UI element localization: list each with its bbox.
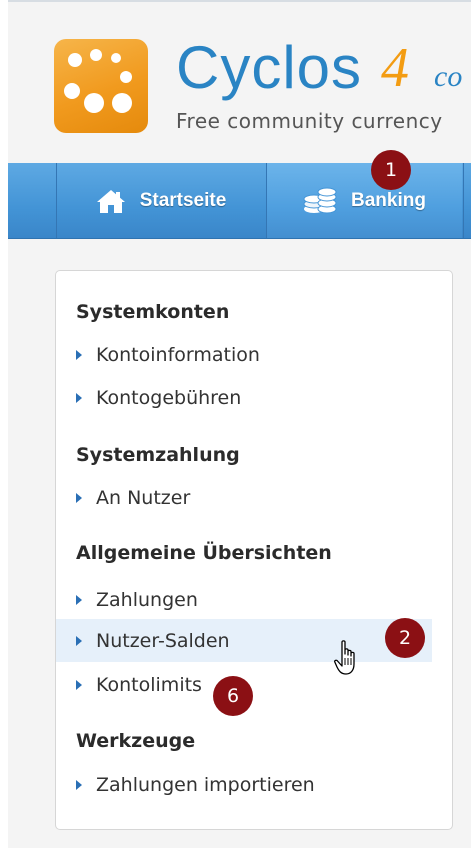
coins-stack-icon [303,187,337,213]
top-border [8,0,471,2]
cyclos-logo-icon[interactable] [54,39,148,133]
home-icon [96,189,125,213]
menu-item-zahlungen[interactable]: Zahlungen [56,578,432,621]
brand-version-suffix: co [434,60,463,93]
menu-item-label: Kontogebühren [96,386,242,409]
callout-badge-1: 1 [371,150,411,190]
callout-badge-6: 6 [213,676,253,716]
menu-item-label: Nutzer-Salden [96,629,230,652]
menu-item-label: Zahlungen [96,588,198,611]
caret-right-icon [76,594,82,605]
nav-divider [463,163,464,238]
menu-item-label: Kontoinformation [96,343,260,366]
nav-item-banking[interactable]: Banking [267,163,462,238]
menu-item-label: Kontolimits [96,673,202,696]
section-title-werkzeuge: Werkzeuge [76,730,196,752]
caret-right-icon [76,392,82,403]
menu-item-label: An Nutzer [96,486,191,509]
caret-right-icon [76,779,82,790]
brand-version: 4 [381,37,409,99]
nav-item-startseite[interactable]: Startseite [57,163,265,238]
menu-item-nutzer-salden[interactable]: Nutzer-Salden [56,619,432,662]
brand-name: Cyclos [176,34,363,101]
hand-pointer-cursor-icon [334,640,355,675]
nav-item-label: Startseite [139,189,227,211]
menu-item-zahlungen-importieren[interactable]: Zahlungen importieren [56,763,432,806]
menu-item-kontogebuehren[interactable]: Kontogebühren [56,376,432,419]
section-title-systemzahlung: Systemzahlung [76,444,240,466]
callout-badge-2: 2 [385,618,425,658]
caret-right-icon [76,349,82,360]
section-title-allgemeine-uebersichten: Allgemeine Übersichten [76,542,332,564]
brand-tagline: Free community currency [176,109,443,133]
menu-item-an-nutzer[interactable]: An Nutzer [56,476,432,519]
menu-item-kontoinformation[interactable]: Kontoinformation [56,333,432,376]
caret-right-icon [76,679,82,690]
caret-right-icon [76,492,82,503]
section-title-systemkonten: Systemkonten [76,301,230,323]
menu-item-label: Zahlungen importieren [96,773,315,796]
banking-menu-panel: Systemkonten Kontoinformation Kontogebüh… [55,270,453,830]
nav-item-label: Banking [351,189,426,211]
caret-right-icon [76,635,82,646]
